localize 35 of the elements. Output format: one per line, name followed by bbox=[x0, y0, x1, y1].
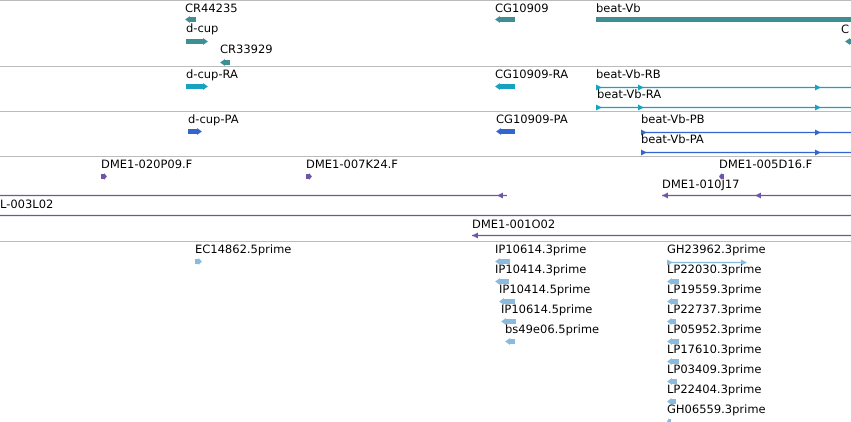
feature-label: beat-Vb-PB bbox=[641, 113, 705, 126]
feature-label: LP22030.3prime bbox=[667, 263, 762, 276]
feature-label: LP22737.3prime bbox=[667, 303, 762, 316]
feature-label: bs49e06.5prime bbox=[505, 323, 600, 336]
feature-label: DME1-007K24.F bbox=[306, 158, 398, 171]
feature-label: C bbox=[841, 23, 850, 36]
feature-label: beat-Vb-RB bbox=[596, 68, 661, 81]
feature-label: IP10614.3prime bbox=[495, 243, 586, 256]
feature-label: IP10614.5prime bbox=[501, 303, 592, 316]
feature-label: LP22404.3prime bbox=[667, 383, 762, 396]
feature-label: LP05952.3prime bbox=[667, 323, 762, 336]
feature-label: IP10414.3prime bbox=[495, 263, 586, 276]
feature-label: DME1-005D16.F bbox=[719, 158, 812, 171]
feature-label: LP17610.3prime bbox=[667, 343, 762, 356]
feature-label: d-cup-PA bbox=[188, 113, 239, 126]
feature-label: GH23962.3prime bbox=[667, 243, 766, 256]
feature-label: CG10909-PA bbox=[496, 113, 568, 126]
feature-label: CR44235 bbox=[185, 2, 238, 15]
feature-label: EC14862.5prime bbox=[195, 243, 292, 256]
feature-label: L-003L02 bbox=[0, 198, 54, 211]
feature-label: LP19559.3prime bbox=[667, 283, 762, 296]
feature-label: beat-Vb bbox=[596, 2, 641, 15]
feature-label: beat-Vb-RA bbox=[597, 88, 662, 101]
feature-label: IP10414.5prime bbox=[499, 283, 590, 296]
feature-label: DME1-001O02 bbox=[472, 218, 556, 231]
feature-label: beat-Vb-PA bbox=[641, 133, 704, 146]
feature-label: d-cup bbox=[186, 22, 218, 35]
feature-label: LP03409.3prime bbox=[667, 363, 762, 376]
feature-label: GH06559.3prime bbox=[667, 403, 766, 416]
feature-label: CG10909 bbox=[495, 2, 549, 15]
feature-label: CR33929 bbox=[220, 43, 273, 56]
feature-label: CG10909-RA bbox=[495, 68, 568, 81]
feature-label: DME1-020P09.F bbox=[101, 158, 192, 171]
feature-label: d-cup-RA bbox=[186, 68, 238, 81]
feature-label: DME1-010J17 bbox=[662, 178, 740, 191]
